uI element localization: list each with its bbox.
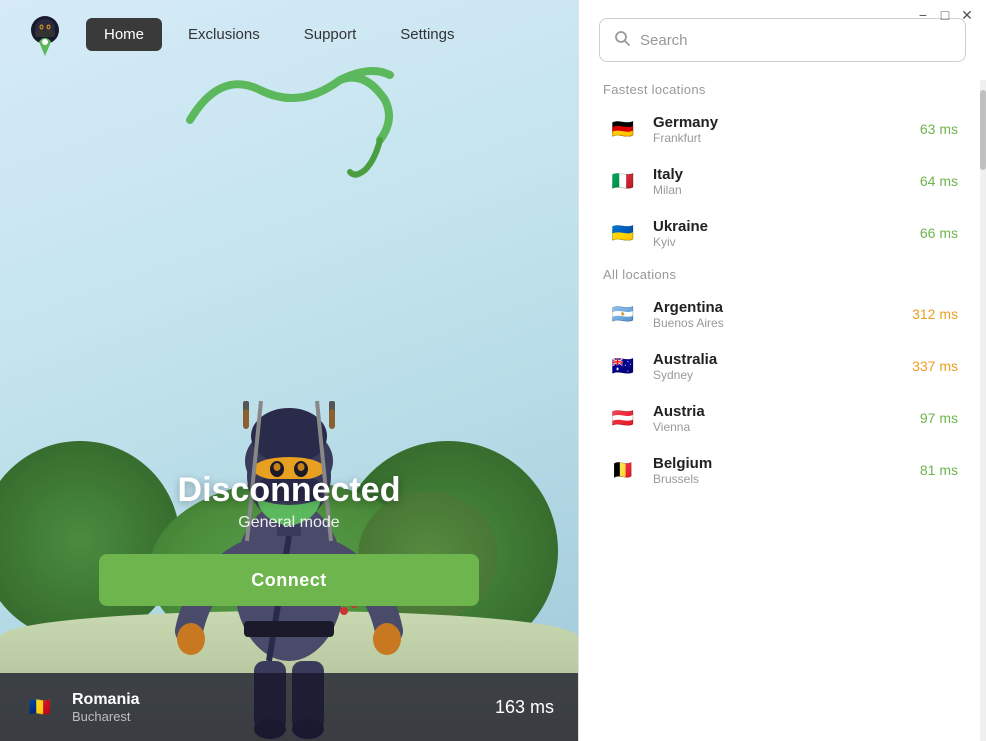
location-country: Italy [653,166,906,183]
location-info: Italy Milan [653,166,906,197]
location-city: Vienna [653,420,906,434]
minimize-button[interactable]: − [916,8,930,22]
location-info: Argentina Buenos Aires [653,299,898,330]
location-city: Buenos Aires [653,316,898,330]
current-location-ms: 163 ms [495,697,554,718]
location-country: Belgium [653,455,906,472]
location-ms: 312 ms [912,306,958,322]
location-country: Argentina [653,299,898,316]
current-location-flag: 🇷🇴 [24,691,56,723]
location-row[interactable]: 🇺🇦 Ukraine Kyiv 66 ms [587,207,978,259]
nav-exclusions[interactable]: Exclusions [170,18,278,51]
location-country: Ukraine [653,218,906,235]
location-flag: 🇺🇦 [607,217,639,249]
connect-button[interactable]: Connect [99,554,479,606]
location-flag: 🇩🇪 [607,113,639,145]
location-ms: 81 ms [920,462,958,478]
location-flag: 🇦🇺 [607,350,639,382]
location-row[interactable]: 🇦🇹 Austria Vienna 97 ms [587,392,978,444]
location-city: Sydney [653,368,898,382]
location-info: Austria Vienna [653,403,906,434]
search-icon [614,30,630,51]
location-info: Australia Sydney [653,351,898,382]
location-row[interactable]: 🇩🇪 Germany Frankfurt 63 ms [587,103,978,155]
all-locations-label: All locations [583,259,982,288]
nav-settings[interactable]: Settings [382,18,472,51]
location-list[interactable]: Fastest locations 🇩🇪 Germany Frankfurt 6… [579,74,986,741]
location-info: Ukraine Kyiv [653,218,906,249]
location-city: Frankfurt [653,131,906,145]
right-panel: Fastest locations 🇩🇪 Germany Frankfurt 6… [578,0,986,741]
location-country: Germany [653,114,906,131]
status-overlay: Disconnected General mode Connect [79,471,499,606]
location-flag: 🇦🇷 [607,298,639,330]
scrollbar-thumb[interactable] [980,90,986,170]
navbar: Home Exclusions Support Settings [0,0,578,68]
current-city: Bucharest [72,709,479,724]
location-flag: 🇮🇹 [607,165,639,197]
maximize-button[interactable]: □ [938,8,952,22]
close-button[interactable]: ✕ [960,8,974,22]
location-country: Australia [653,351,898,368]
location-row[interactable]: 🇮🇹 Italy Milan 64 ms [587,155,978,207]
location-ms: 64 ms [920,173,958,189]
location-ms: 66 ms [920,225,958,241]
location-city: Brussels [653,472,906,486]
window-controls: − □ ✕ [904,0,986,30]
fastest-locations-label: Fastest locations [583,74,982,103]
current-location-text: Romania Bucharest [72,691,479,724]
location-flag: 🇧🇪 [607,454,639,486]
status-title: Disconnected [79,471,499,510]
nav-support[interactable]: Support [286,18,375,51]
left-panel: Home Exclusions Support Settings [0,0,578,741]
location-ms: 63 ms [920,121,958,137]
status-subtitle: General mode [79,514,499,532]
app-logo [20,9,70,59]
nav-home[interactable]: Home [86,18,162,51]
location-ms: 337 ms [912,358,958,374]
scarf-decoration [180,60,400,180]
scrollbar-track[interactable] [980,80,986,741]
location-city: Kyiv [653,235,906,249]
location-country: Austria [653,403,906,420]
current-location-bar[interactable]: 🇷🇴 Romania Bucharest 163 ms [0,673,578,741]
location-flag: 🇦🇹 [607,402,639,434]
search-input[interactable] [640,32,951,49]
location-info: Germany Frankfurt [653,114,906,145]
location-ms: 97 ms [920,410,958,426]
location-row[interactable]: 🇦🇷 Argentina Buenos Aires 312 ms [587,288,978,340]
location-city: Milan [653,183,906,197]
location-row[interactable]: 🇦🇺 Australia Sydney 337 ms [587,340,978,392]
location-row[interactable]: 🇧🇪 Belgium Brussels 81 ms [587,444,978,496]
current-country: Romania [72,691,479,709]
location-info: Belgium Brussels [653,455,906,486]
